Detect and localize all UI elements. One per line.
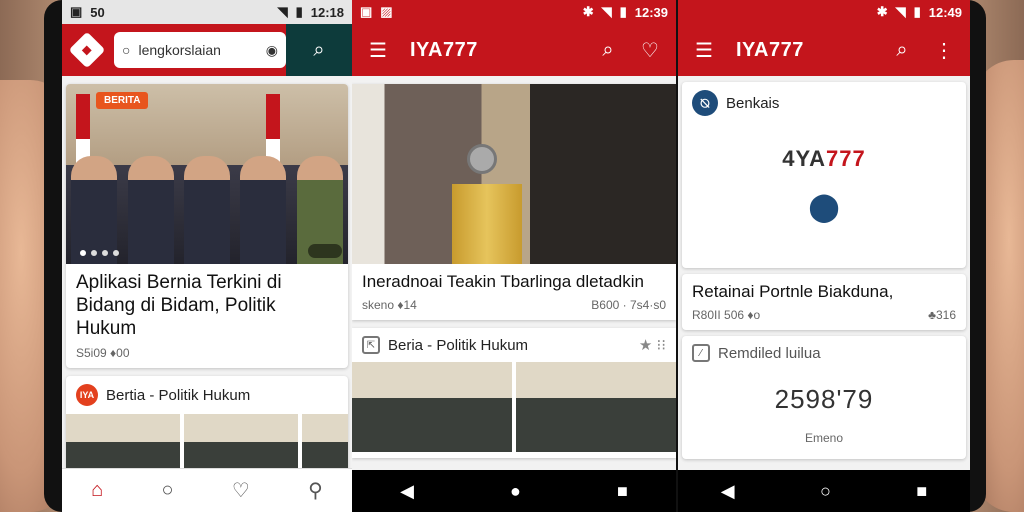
notification-icon: ▨	[380, 4, 393, 19]
status-bar: ▣ 50 ◥ ▮ 12:18	[62, 0, 352, 24]
phone-screen-home: ▣ 50 ◥ ▮ 12:18 ◆ ○ lengkorslaian ◉ ⌕ BER…	[62, 0, 352, 512]
edit-icon: ⁄	[692, 344, 710, 363]
notification-icon[interactable]: ♡	[636, 36, 664, 64]
system-nav-bar: ◀ ○ ■	[678, 470, 970, 512]
wifi-icon: ◥	[601, 4, 612, 19]
phone-screen-brand: ✱ ◥ ▮ 12:49 ☰ IYA777 ⌕ ⋮ ⍉ Benkais 4YA77…	[678, 0, 970, 512]
notification-icon: ▣	[360, 4, 373, 19]
carousel-more[interactable]	[308, 244, 342, 258]
brand-header: ⍉ Benkais	[682, 82, 966, 124]
search-button[interactable]: ⌕	[286, 24, 352, 76]
status-bar: ▣ ▨ ✱ ◥ ▮ 12:39	[352, 0, 676, 24]
section-actions[interactable]: ★ ⁝⁝	[639, 336, 666, 354]
photo-microphone	[467, 144, 497, 174]
brand-wordmark: 4YA777	[682, 124, 966, 190]
section-logo-icon: IYA	[76, 384, 98, 407]
section-icon: ⇱	[362, 336, 380, 355]
notification-icon: ▣	[70, 4, 83, 19]
featured-card[interactable]: BERITA Aplikasi Bernia Terkini di Bidang…	[66, 84, 348, 369]
stat-header: ⁄ Remdiled luilua	[682, 336, 966, 370]
app-bar: ◆ ○ lengkorslaian ◉ ⌕	[62, 24, 352, 76]
article-headline[interactable]: Ineradnoai Teakin Tbarlinga dletadkin	[352, 264, 676, 294]
thumbnail-row	[352, 362, 676, 458]
search-icon[interactable]: ○	[162, 479, 174, 502]
status-time: 50	[90, 4, 105, 20]
search-icon: ⌕	[313, 38, 325, 61]
section-title: Bertia - Politik Hukum	[106, 386, 251, 404]
home-circle-icon[interactable]: ●	[510, 481, 521, 502]
photo-figure	[452, 184, 522, 264]
article-headline[interactable]: Retainai Portnle Biakduna,	[682, 274, 966, 304]
meta-right: B600 · 7s4·s0	[591, 298, 666, 313]
stat-value: 2598'79	[774, 384, 874, 415]
home-icon[interactable]: ⌂	[91, 479, 103, 502]
meta-left: S5i09 ♦00	[76, 346, 130, 361]
article-meta: S5i09 ♦00	[66, 342, 348, 368]
search-icon: ○	[122, 42, 131, 58]
thumbnail[interactable]	[516, 362, 676, 453]
recents-icon[interactable]: ■	[617, 481, 628, 502]
battery-icon: ▮	[913, 4, 921, 19]
search-icon[interactable]: ⌕	[888, 36, 916, 64]
phone-screen-article: ▣ ▨ ✱ ◥ ▮ 12:39 ☰ IYA777 ⌕ ♡ Ineradnoai …	[352, 0, 676, 512]
app-logo-icon[interactable]: ◆	[68, 31, 106, 69]
location-pin-icon: ⬤	[808, 191, 840, 222]
app-bar: ☰ IYA777 ⌕ ⋮	[678, 24, 970, 76]
section-header: ⇱ Beria - Politik Hukum ★ ⁝⁝	[352, 328, 676, 362]
app-title: IYA777	[736, 38, 804, 61]
wifi-icon: ◥	[277, 4, 288, 19]
article-headline[interactable]: Aplikasi Bernia Terkini di Bidang di Bid…	[66, 264, 348, 342]
status-clock: 12:39	[634, 4, 668, 20]
stat-card[interactable]: ⁄ Remdiled luilua 2598'79 Emeno	[682, 336, 966, 460]
menu-icon[interactable]: ☰	[364, 36, 392, 64]
back-icon[interactable]: ◀	[721, 481, 735, 502]
wifi-icon: ◥	[895, 4, 906, 19]
heart-icon[interactable]: ♡	[232, 478, 250, 503]
more-vert-icon[interactable]: ⋮	[930, 36, 958, 64]
menu-icon[interactable]: ☰	[690, 36, 718, 64]
featured-photo: BERITA	[66, 84, 348, 264]
recents-icon[interactable]: ■	[916, 481, 927, 502]
brand-card[interactable]: ⍉ Benkais 4YA777 ⬤	[682, 82, 966, 268]
wordmark-main: 4YA	[782, 146, 827, 171]
system-nav-bar: ◀ ● ■	[352, 470, 676, 512]
search-icon[interactable]: ⌕	[594, 36, 622, 64]
meta-left: skeno ♦14	[362, 298, 417, 313]
mic-icon[interactable]: ◉	[266, 42, 278, 59]
user-icon[interactable]: ⚲	[308, 478, 323, 503]
meta-left: R80II 506 ♦o	[692, 308, 761, 323]
battery-icon: ▮	[619, 4, 627, 19]
photo-people	[66, 156, 348, 264]
section-header: IYA Bertia - Politik Hukum	[66, 376, 348, 414]
article-card[interactable]: Ineradnoai Teakin Tbarlinga dletadkin sk…	[352, 84, 676, 321]
bottom-nav: ⌂ ○ ♡ ⚲	[62, 468, 352, 512]
meta-right: ♣316	[928, 308, 956, 323]
stat-caption: Emeno	[804, 431, 844, 446]
thumbnail[interactable]	[352, 362, 512, 453]
article-photo	[352, 84, 676, 264]
article-meta: R80II 506 ♦o ♣316	[682, 304, 966, 330]
bluetooth-icon: ✱	[582, 4, 594, 19]
status-clock: 12:18	[310, 4, 344, 20]
article-card[interactable]: Retainai Portnle Biakduna, R80II 506 ♦o …	[682, 274, 966, 331]
wordmark-accent: 777	[826, 146, 866, 171]
status-bar: ✱ ◥ ▮ 12:49	[678, 0, 970, 24]
carousel-dots[interactable]	[80, 250, 119, 256]
home-circle-icon[interactable]: ○	[820, 481, 831, 502]
stat-title: Remdiled luilua	[718, 344, 821, 362]
brand-label: Benkais	[726, 94, 780, 112]
section-title: Beria - Politik Hukum	[388, 336, 529, 354]
section-card[interactable]: ⇱ Beria - Politik Hukum ★ ⁝⁝	[352, 328, 676, 459]
brand-logo-icon: ⍉	[692, 90, 718, 116]
search-placeholder: lengkorslaian	[138, 42, 221, 58]
category-badge: BERITA	[96, 92, 149, 109]
app-title: IYA777	[410, 38, 478, 61]
status-clock: 12:49	[928, 4, 962, 20]
bluetooth-icon: ✱	[876, 4, 888, 19]
article-meta: skeno ♦14 B600 · 7s4·s0	[352, 294, 676, 320]
back-icon[interactable]: ◀	[400, 481, 414, 502]
search-input[interactable]: ○ lengkorslaian ◉	[114, 32, 286, 68]
app-bar: ☰ IYA777 ⌕ ♡	[352, 24, 676, 76]
battery-icon: ▮	[295, 4, 303, 19]
